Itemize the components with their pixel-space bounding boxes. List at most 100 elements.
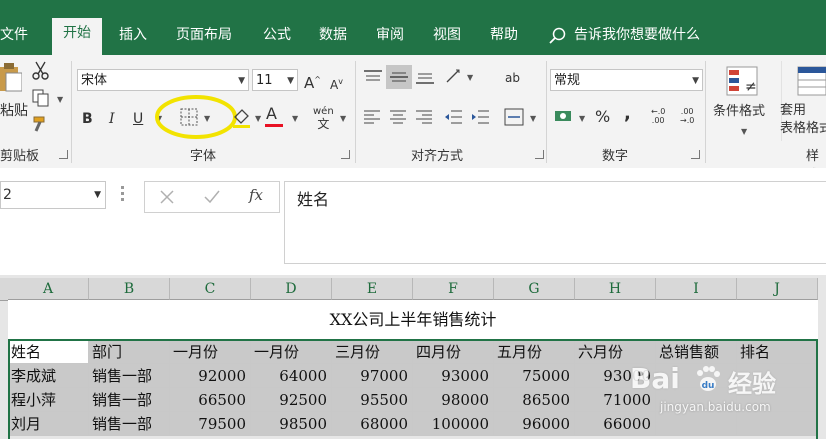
column-header[interactable]: D	[251, 278, 332, 300]
format-painter-icon[interactable]	[32, 115, 50, 133]
underline-button[interactable]: U	[133, 110, 143, 128]
header-cell[interactable]: 部门	[89, 340, 170, 364]
data-cell[interactable]: 销售一部	[89, 412, 170, 436]
tab-formulas[interactable]: 公式	[263, 22, 291, 48]
orientation-icon[interactable]	[444, 67, 464, 87]
paste-button[interactable]: 粘贴	[0, 102, 28, 120]
enter-check-icon[interactable]	[203, 189, 221, 205]
decrease-decimal-button[interactable]: .00 →.0	[680, 107, 694, 125]
increase-indent-icon[interactable]	[470, 109, 490, 125]
data-cell[interactable]: 64000	[251, 364, 332, 388]
data-cell[interactable]: 93000	[413, 364, 494, 388]
column-header[interactable]: E	[332, 278, 413, 300]
data-cell[interactable]: 李成斌	[8, 364, 89, 388]
paste-icon[interactable]	[0, 63, 22, 93]
comma-style-button[interactable]: ,	[624, 105, 631, 123]
tab-help[interactable]: 帮助	[490, 22, 518, 48]
header-cell[interactable]: 一月份	[251, 340, 332, 364]
fill-color-dropdown-icon[interactable]: ▼	[255, 114, 261, 123]
data-cell[interactable]: 96000	[494, 412, 575, 436]
phonetic-dropdown-icon[interactable]: ▼	[340, 114, 346, 123]
conditional-dropdown-icon[interactable]: ▼	[741, 127, 747, 136]
fill-color-icon[interactable]	[232, 107, 252, 129]
formula-input[interactable]: 姓名	[284, 181, 826, 264]
copy-dropdown-icon[interactable]: ▼	[57, 95, 63, 104]
tab-file[interactable]: 文件	[0, 22, 28, 48]
orientation-dropdown-icon[interactable]: ▼	[467, 73, 473, 82]
column-header[interactable]: H	[575, 278, 656, 300]
column-header[interactable]: G	[494, 278, 575, 300]
data-cell[interactable]: 销售一部	[89, 388, 170, 412]
data-cell[interactable]: 86500	[494, 388, 575, 412]
header-cell[interactable]: 一月份	[170, 340, 251, 364]
data-cell[interactable]: 销售一部	[89, 364, 170, 388]
data-cell[interactable]: 79500	[170, 412, 251, 436]
clipboard-launcher-icon[interactable]	[59, 150, 68, 159]
data-cell[interactable]: 75000	[494, 364, 575, 388]
tab-data[interactable]: 数据	[319, 22, 347, 48]
decrease-indent-icon[interactable]	[443, 109, 463, 125]
data-cell[interactable]: 68000	[332, 412, 413, 436]
phonetic-button[interactable]: wén 文	[313, 106, 334, 132]
column-header[interactable]: F	[413, 278, 494, 300]
cancel-icon[interactable]	[159, 189, 175, 205]
font-color-dropdown-icon[interactable]: ▼	[292, 114, 298, 123]
column-header[interactable]: B	[89, 278, 170, 300]
data-cell[interactable]: 92500	[251, 388, 332, 412]
currency-dropdown-icon[interactable]: ▼	[579, 114, 585, 123]
align-center-icon[interactable]	[389, 109, 407, 125]
data-cell[interactable]: 程小萍	[8, 388, 89, 412]
wrap-text-button[interactable]: ab	[505, 69, 520, 87]
column-header[interactable]: C	[170, 278, 251, 300]
font-launcher-icon[interactable]	[341, 150, 350, 159]
cut-icon[interactable]	[32, 61, 50, 81]
align-right-icon[interactable]	[415, 109, 433, 125]
data-cell[interactable]: 92000	[170, 364, 251, 388]
sheet-title-cell[interactable]: XX公司上半年销售统计	[8, 300, 818, 340]
middle-align-icon[interactable]	[389, 69, 409, 85]
select-all-corner[interactable]	[0, 278, 8, 301]
align-left-icon[interactable]	[363, 109, 381, 125]
header-cell[interactable]: 五月份	[494, 340, 575, 364]
increase-font-size-button[interactable]: A^	[304, 71, 321, 92]
tell-me-search[interactable]: 告诉我你想要做什么	[574, 22, 700, 48]
increase-decimal-button[interactable]: ←.0 .00	[651, 107, 665, 125]
bottom-align-icon[interactable]	[415, 69, 435, 85]
data-cell[interactable]: 刘月	[8, 412, 89, 436]
tab-review[interactable]: 审阅	[376, 22, 404, 48]
data-cell[interactable]: 66500	[170, 388, 251, 412]
header-cell-name[interactable]: 姓名	[8, 340, 89, 364]
bold-button[interactable]: B	[82, 110, 93, 128]
font-color-button[interactable]: A	[266, 105, 277, 123]
format-as-table-button[interactable]: 套用 表格格式	[780, 102, 826, 138]
currency-icon[interactable]	[554, 108, 574, 126]
merge-center-icon[interactable]	[504, 108, 524, 126]
column-header[interactable]: J	[737, 278, 818, 300]
name-box[interactable]: 2 ▼	[0, 181, 106, 209]
font-name-select[interactable]: 宋体 ▼	[77, 69, 249, 91]
grip-icon[interactable]	[121, 186, 124, 206]
copy-icon[interactable]	[32, 89, 50, 107]
format-as-table-icon[interactable]	[796, 65, 826, 99]
data-cell[interactable]: 98500	[251, 412, 332, 436]
data-cell[interactable]: 98000	[413, 388, 494, 412]
merge-dropdown-icon[interactable]: ▼	[530, 114, 536, 123]
column-header[interactable]: I	[656, 278, 737, 300]
number-launcher-icon[interactable]	[691, 150, 700, 159]
alignment-launcher-icon[interactable]	[535, 150, 544, 159]
header-cell[interactable]: 四月份	[413, 340, 494, 364]
data-cell[interactable]: 97000	[332, 364, 413, 388]
column-header[interactable]: A	[8, 278, 89, 300]
conditional-formatting-button[interactable]: 条件格式	[713, 103, 765, 121]
tab-page-layout[interactable]: 页面布局	[176, 22, 232, 48]
font-size-select[interactable]: 11 ▼	[252, 69, 298, 91]
header-cell[interactable]: 三月份	[332, 340, 413, 364]
decrease-font-size-button[interactable]: Av	[330, 73, 343, 94]
insert-function-button[interactable]: fx	[249, 186, 263, 204]
tab-insert[interactable]: 插入	[119, 22, 147, 48]
italic-button[interactable]: I	[109, 110, 115, 128]
data-cell[interactable]: 100000	[413, 412, 494, 436]
number-format-select[interactable]: 常规 ▼	[550, 69, 703, 91]
top-align-icon[interactable]	[363, 69, 383, 85]
data-cell[interactable]: 95500	[332, 388, 413, 412]
